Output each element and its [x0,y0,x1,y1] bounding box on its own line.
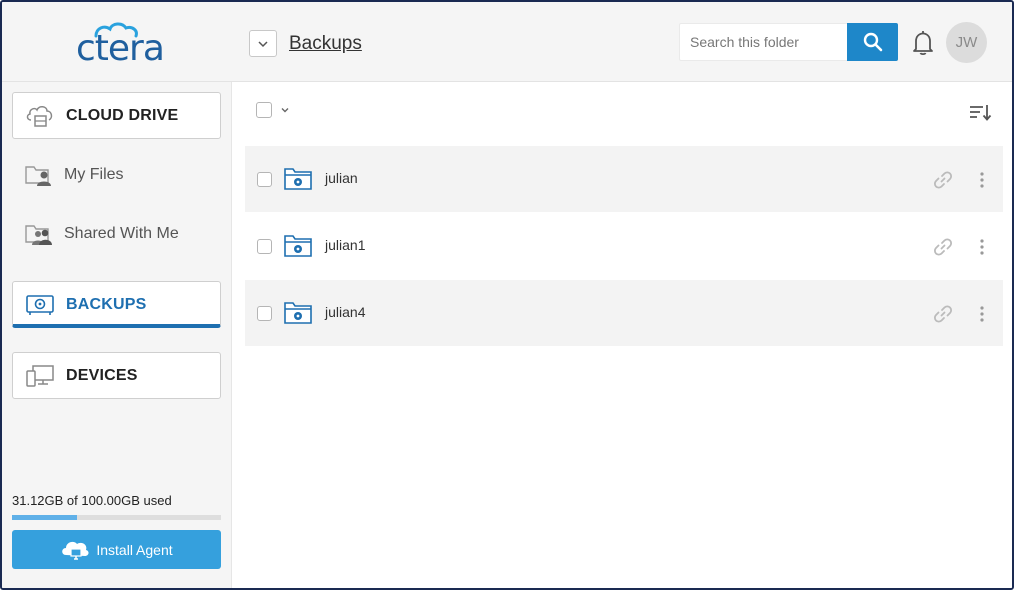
table-row[interactable]: julian4 [245,280,1003,346]
install-agent-label: Install Agent [96,541,173,558]
chevron-down-icon [258,40,268,47]
share-link-icon[interactable] [933,237,953,257]
row-checkbox[interactable] [257,306,272,321]
sidebar-item-label: Shared With Me [64,225,179,242]
sidebar-item-label: BACKUPS [66,296,147,313]
more-options-icon[interactable] [977,238,987,256]
search-button[interactable] [847,23,898,61]
file-name[interactable]: julian [325,170,358,186]
notifications-bell-icon[interactable] [911,30,935,56]
top-bar: ctera Backups JW [2,2,1012,82]
sidebar-item-my-files[interactable]: My Files [22,157,222,193]
shared-folder-icon [25,225,52,245]
search-input[interactable] [679,23,848,61]
row-checkbox[interactable] [257,239,272,254]
sidebar-item-label: My Files [64,166,124,183]
file-name[interactable]: julian1 [325,237,365,253]
storage-usage-fill [12,515,78,520]
sort-icon[interactable] [968,102,992,122]
storage-usage-text: 31.12GB of 100.00GB used [12,493,172,508]
select-all-checkbox[interactable] [256,102,272,118]
sidebar-item-shared-with-me[interactable]: Shared With Me [22,216,222,252]
cloud-drive-icon [26,106,53,127]
table-row[interactable]: julian1 [245,213,1003,279]
backup-folder-icon [284,168,312,190]
search-icon [863,32,882,52]
sidebar-item-devices[interactable]: DEVICES [12,352,221,399]
app-window: ctera Backups JW CLOUD DRIVE My Files Sh… [0,0,1014,590]
share-link-icon[interactable] [933,304,953,324]
user-folder-icon [25,166,51,186]
row-checkbox[interactable] [257,172,272,187]
sidebar-item-backups[interactable]: BACKUPS [12,281,221,328]
share-link-icon[interactable] [933,170,953,190]
storage-usage-bar [12,515,221,520]
file-name[interactable]: julian4 [325,304,365,320]
cloud-monitor-icon [62,541,89,560]
sidebar: CLOUD DRIVE My Files Shared With Me BACK… [2,82,232,588]
breadcrumb[interactable]: Backups [289,33,362,55]
table-row[interactable]: julian [245,146,1003,212]
file-list-panel: julian julian1 julian4 [233,82,1012,588]
sidebar-item-label: CLOUD DRIVE [66,107,179,124]
ctera-logo[interactable]: ctera [74,20,166,69]
more-options-icon[interactable] [977,171,987,189]
backup-folder-icon [284,302,312,324]
breadcrumb-dropdown-button[interactable] [249,30,277,57]
backup-folder-icon [284,235,312,257]
devices-icon [26,365,54,387]
sidebar-item-cloud-drive[interactable]: CLOUD DRIVE [12,92,221,139]
sidebar-item-label: DEVICES [66,367,138,384]
more-options-icon[interactable] [977,305,987,323]
backup-drive-icon [26,295,54,315]
avatar[interactable]: JW [946,22,987,63]
chevron-down-icon[interactable] [279,104,291,116]
brand-text: ctera [76,28,165,69]
install-agent-button[interactable]: Install Agent [12,530,221,569]
